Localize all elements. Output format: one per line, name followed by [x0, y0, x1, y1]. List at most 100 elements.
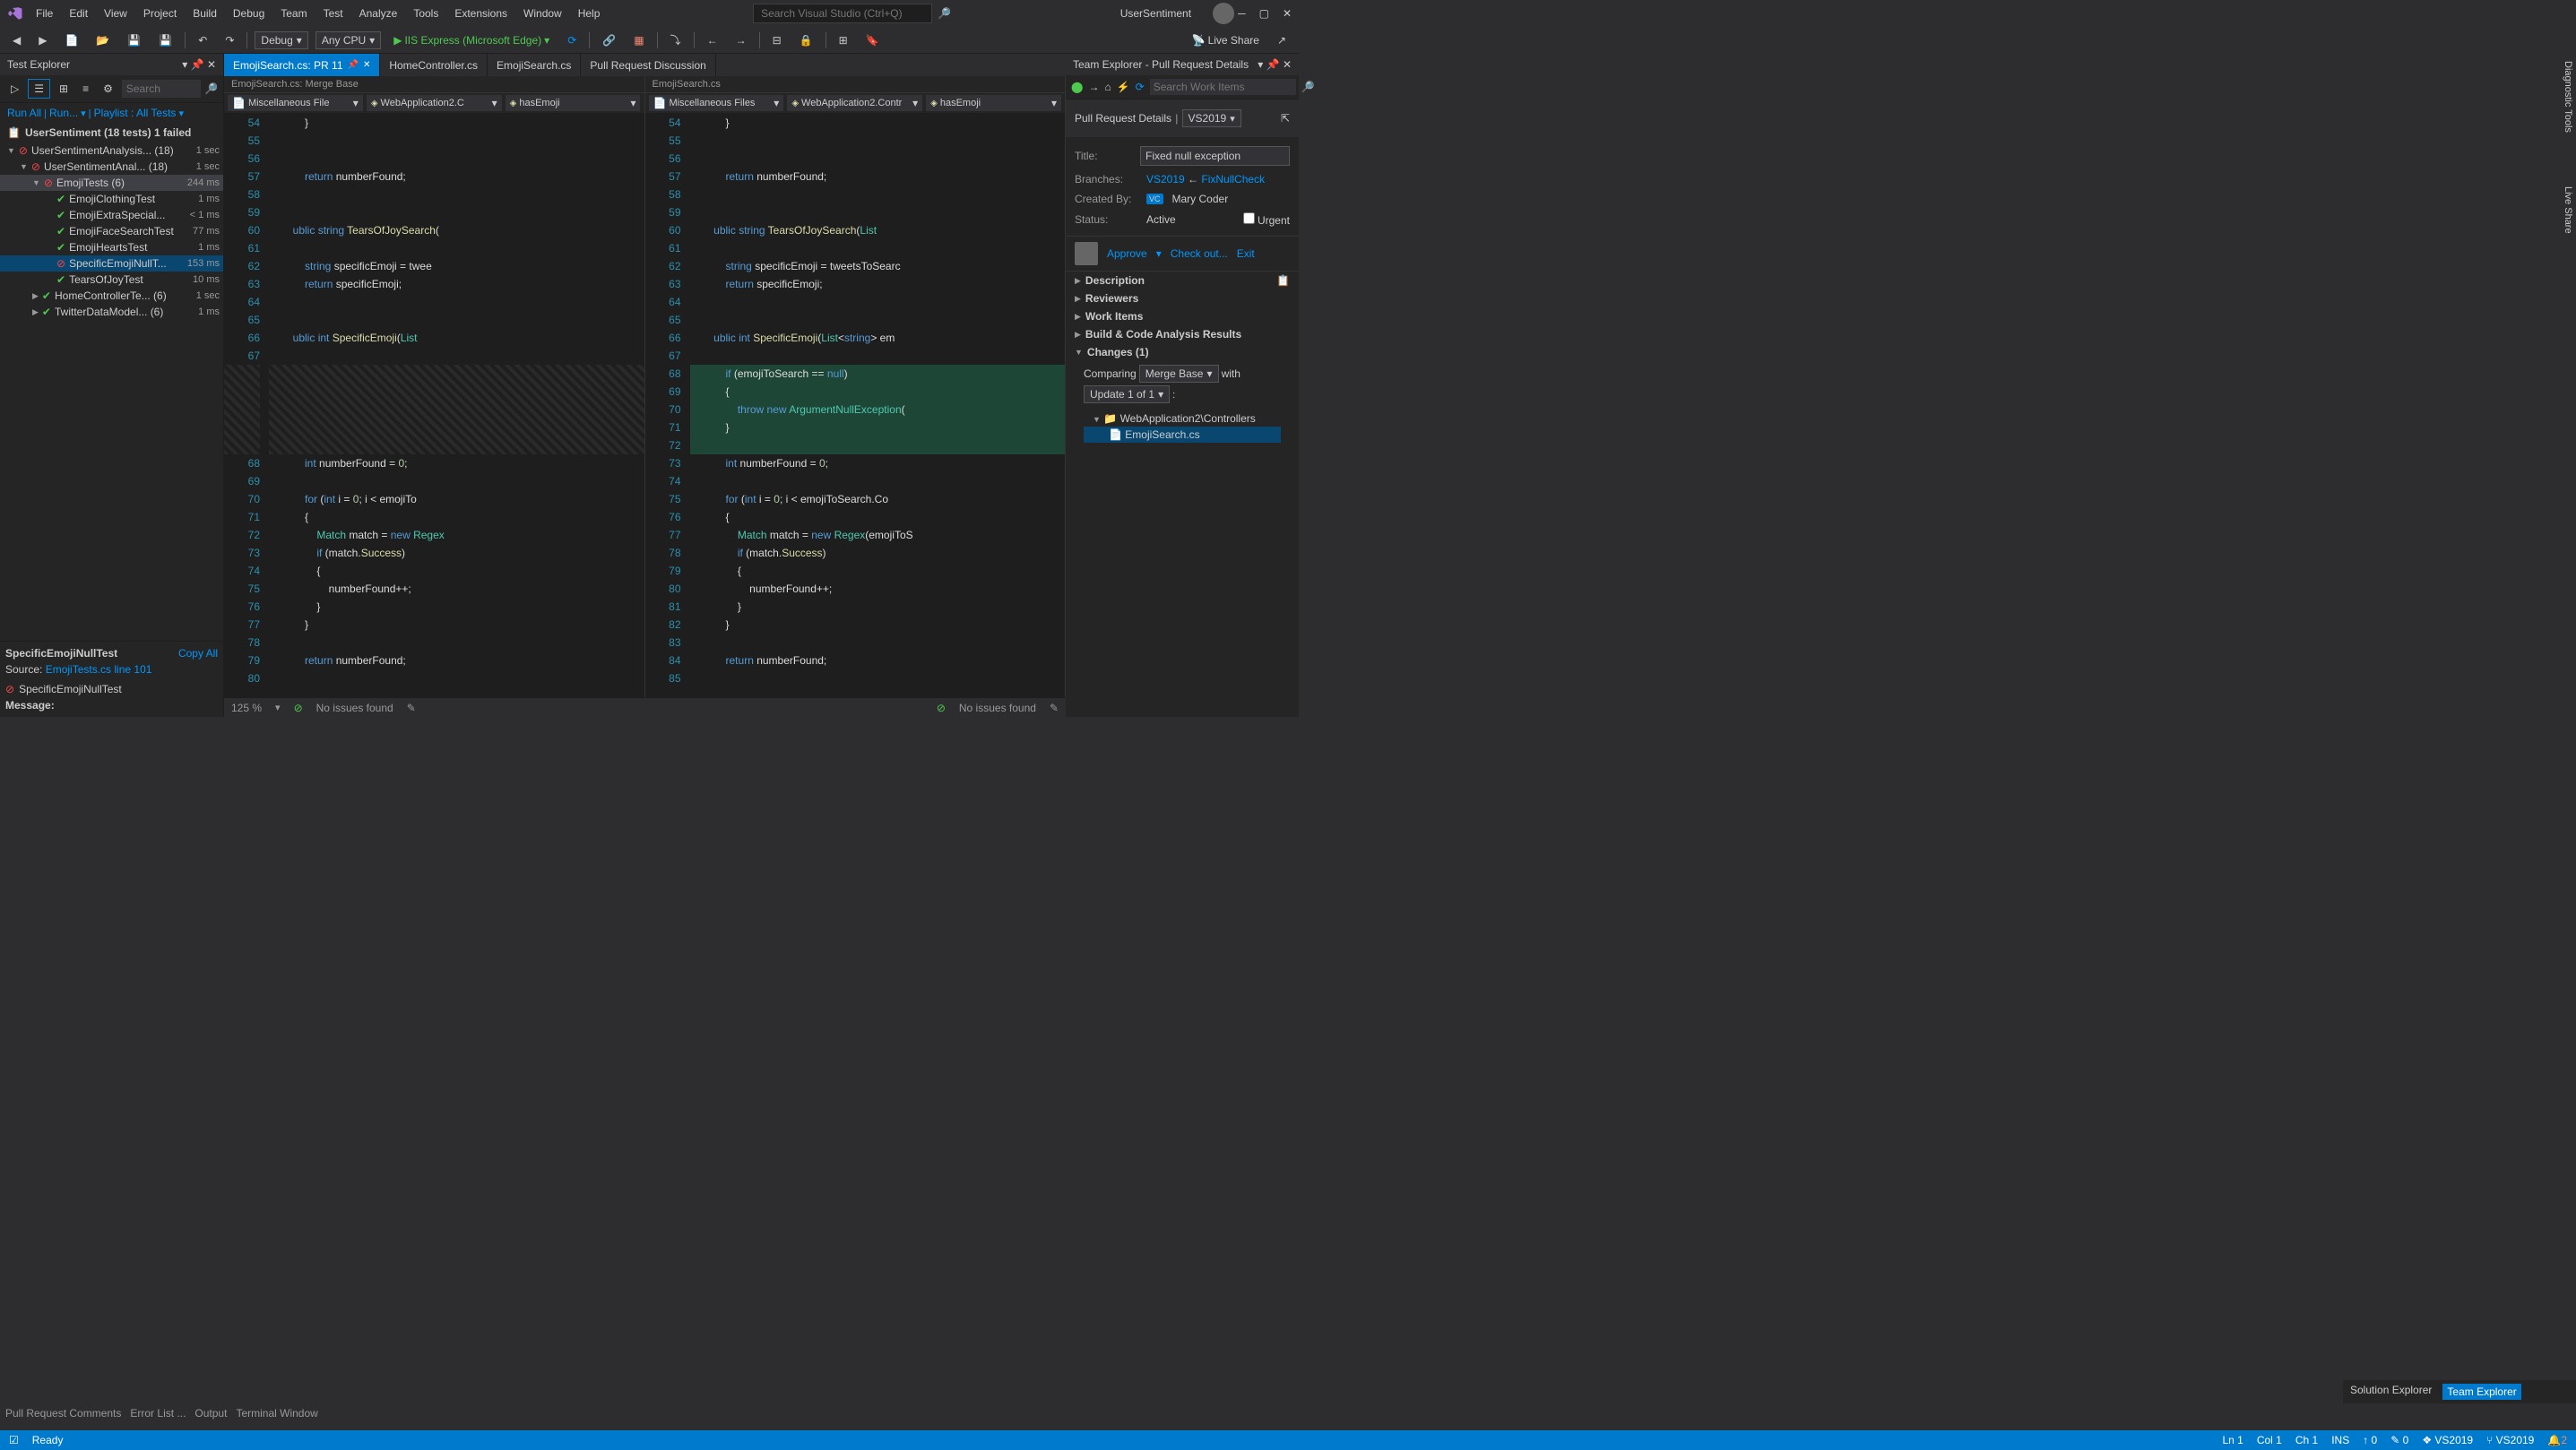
menu-debug[interactable]: Debug: [226, 4, 272, 23]
group-icon[interactable]: ☰: [28, 79, 50, 99]
save-all-icon[interactable]: 💾: [153, 31, 177, 49]
back-icon[interactable]: ⬤: [1071, 81, 1083, 93]
publish-icon[interactable]: ↑ 0: [2363, 1434, 2377, 1446]
run-all-link[interactable]: Run All: [7, 107, 41, 119]
menu-build[interactable]: Build: [186, 4, 224, 23]
menu-analyze[interactable]: Analyze: [352, 4, 405, 23]
nav-fwd-icon[interactable]: ▶: [33, 31, 52, 49]
dropdown-icon[interactable]: ▾: [1258, 58, 1263, 71]
menu-view[interactable]: View: [97, 4, 134, 23]
checkout-button[interactable]: Check out...: [1171, 247, 1228, 260]
nav-icon[interactable]: →: [730, 31, 752, 49]
team-explorer-tab[interactable]: Team Explorer: [2442, 1384, 2520, 1400]
undo-icon[interactable]: ↶: [193, 31, 212, 49]
start-debug-button[interactable]: ▶ IIS Express (Microsoft Edge) ▾: [388, 31, 555, 49]
line-indicator[interactable]: Ln 1: [2222, 1434, 2243, 1446]
refresh-icon[interactable]: ⟳: [562, 31, 582, 49]
folder-node[interactable]: ▼ 📁 WebApplication2\Controllers: [1084, 410, 1281, 427]
feedback-icon[interactable]: ↗: [1272, 31, 1292, 49]
nav-icon[interactable]: ←: [702, 31, 723, 49]
search-icon[interactable]: 🔎: [1301, 81, 1315, 93]
lock-icon[interactable]: 🔒: [794, 31, 818, 49]
section-expander[interactable]: ▶Build & Code Analysis Results: [1066, 325, 1299, 343]
search-visual-studio-input[interactable]: [753, 4, 932, 23]
find-icon[interactable]: ⊟: [767, 31, 787, 49]
maximize-icon[interactable]: ▢: [1259, 7, 1269, 20]
exit-button[interactable]: Exit: [1237, 247, 1255, 260]
windows-icon[interactable]: ⊞: [834, 31, 853, 49]
output-tab[interactable]: Terminal Window: [236, 1407, 317, 1420]
copy-icon[interactable]: 📋: [1276, 274, 1290, 287]
pin-icon[interactable]: 📌: [1266, 58, 1280, 71]
code-area-left[interactable]: 5455565758596061626364656667686970717273…: [224, 114, 644, 697]
new-project-icon[interactable]: 📄: [59, 31, 83, 49]
menu-file[interactable]: File: [29, 4, 60, 23]
nav-dropdown[interactable]: 📄 Miscellaneous File ▾: [228, 95, 363, 111]
source-branch-link[interactable]: FixNullCheck: [1201, 173, 1265, 186]
solution-explorer-tab[interactable]: Solution Explorer: [2350, 1384, 2432, 1400]
drawing-icon[interactable]: ✎: [407, 702, 416, 714]
approve-button[interactable]: Approve: [1107, 247, 1147, 260]
save-icon[interactable]: 💾: [122, 31, 146, 49]
minimize-icon[interactable]: ─: [1238, 7, 1246, 20]
test-node[interactable]: ▼⊘UserSentimentAnalysis... (18)1 sec: [0, 142, 223, 159]
output-tab[interactable]: Pull Request Comments: [5, 1407, 121, 1420]
search-go-icon[interactable]: 🔎: [932, 4, 956, 23]
source-link[interactable]: EmojiTests.cs line 101: [46, 663, 152, 676]
menu-tools[interactable]: Tools: [406, 4, 445, 23]
filter-icon[interactable]: ⊞: [54, 80, 73, 98]
output-tab[interactable]: Output: [194, 1407, 227, 1420]
pin-icon[interactable]: 📌: [191, 58, 204, 71]
pending-icon[interactable]: ✎ 0: [2390, 1434, 2408, 1446]
section-expander[interactable]: ▶Description📋: [1066, 272, 1299, 289]
run-tests-icon[interactable]: ▷: [5, 80, 24, 98]
nav-back-icon[interactable]: ◀: [7, 31, 26, 49]
file-node[interactable]: 📄 EmojiSearch.cs: [1084, 427, 1281, 443]
ins-indicator[interactable]: INS: [2331, 1434, 2349, 1446]
notifications-icon[interactable]: 🔔2: [2547, 1434, 2567, 1446]
diagnostic-tools-tab[interactable]: Diagnostic Tools: [2560, 54, 2576, 140]
drawing-icon[interactable]: ✎: [1050, 702, 1059, 714]
menu-edit[interactable]: Edit: [62, 4, 95, 23]
section-expander[interactable]: ▶Work Items: [1066, 307, 1299, 325]
editor-tab[interactable]: Pull Request Discussion: [581, 54, 715, 76]
settings-icon[interactable]: ⚙: [98, 80, 118, 98]
merge-base-dd[interactable]: Merge Base ▾: [1139, 365, 1219, 383]
test-node[interactable]: ▼⊘UserSentimentAnal... (18)1 sec: [0, 159, 223, 175]
plug-icon[interactable]: ⚡: [1117, 81, 1130, 93]
forward-icon[interactable]: →: [1088, 81, 1099, 93]
menu-test[interactable]: Test: [316, 4, 350, 23]
live-share-tab[interactable]: Live Share: [2560, 179, 2576, 241]
test-node[interactable]: ✔EmojiExtraSpecial...< 1 ms: [0, 207, 223, 223]
close-panel-icon[interactable]: ✕: [207, 58, 216, 71]
home-icon[interactable]: ⌂: [1104, 81, 1111, 93]
update-dd[interactable]: Update 1 of 1 ▾: [1084, 385, 1170, 403]
avatar[interactable]: [1213, 3, 1234, 24]
code-area-right[interactable]: 5455565758596061626364656667686970717273…: [645, 114, 1066, 697]
test-node[interactable]: ▶✔HomeControllerTe... (6)1 sec: [0, 288, 223, 304]
step-icon[interactable]: ⤵: [665, 30, 687, 50]
close-icon[interactable]: ✕: [1283, 7, 1292, 20]
zoom-level[interactable]: 125 %: [231, 702, 262, 714]
test-node[interactable]: ✔EmojiFaceSearchTest77 ms: [0, 223, 223, 239]
search-icon[interactable]: 🔎: [204, 82, 218, 95]
dropdown-icon[interactable]: ▾: [182, 58, 187, 71]
nav-dropdown[interactable]: ◈ WebApplication2.C ▾: [367, 95, 502, 111]
menu-window[interactable]: Window: [516, 4, 569, 23]
pr-title-input[interactable]: [1140, 146, 1290, 166]
refresh-icon[interactable]: ⟳: [1136, 81, 1145, 93]
config-dropdown[interactable]: Debug ▾: [255, 31, 307, 49]
test-search-input[interactable]: [122, 80, 201, 98]
test-node[interactable]: ✔EmojiHeartsTest1 ms: [0, 239, 223, 255]
approve-dd-icon[interactable]: ▾: [1156, 247, 1162, 260]
run-link[interactable]: Run...: [49, 107, 78, 119]
repo-icon[interactable]: ❖ VS2019: [2422, 1434, 2473, 1446]
test-node[interactable]: ▶✔TwitterDataModel... (6)1 ms: [0, 304, 223, 320]
open-icon[interactable]: 📂: [91, 31, 115, 49]
nav-dropdown[interactable]: ◈ hasEmoji ▾: [506, 95, 641, 111]
live-share-button[interactable]: 📡 Live Share: [1187, 31, 1265, 49]
editor-tab[interactable]: EmojiSearch.cs: [488, 54, 581, 76]
test-node[interactable]: ✔TearsOfJoyTest10 ms: [0, 272, 223, 288]
section-expander[interactable]: ▶Reviewers: [1066, 289, 1299, 307]
menu-help[interactable]: Help: [571, 4, 608, 23]
